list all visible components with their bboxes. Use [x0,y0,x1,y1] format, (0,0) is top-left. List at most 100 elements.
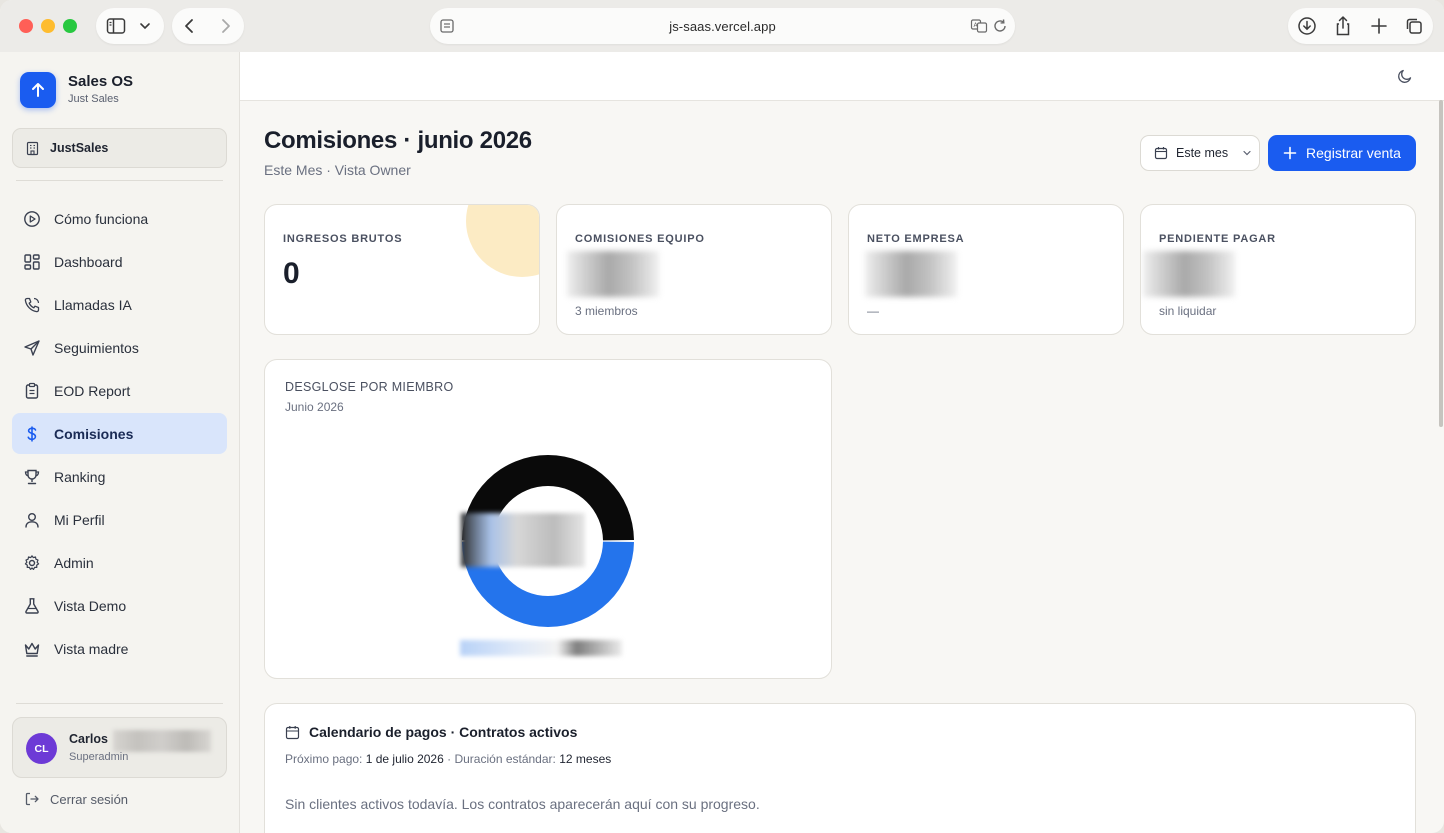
sidebar: Sales OS Just Sales JustSales Cómo funci… [0,52,240,833]
calendar-title: Calendario de pagos · Contratos activos [309,724,578,740]
minimize-window-button[interactable] [41,19,55,33]
sidebar-item-como-funciona[interactable]: Cómo funciona [12,198,227,239]
breakdown-card: DESGLOSE POR MIEMBRO Junio 2026 [264,359,832,679]
sidebar-item-dashboard[interactable]: Dashboard [12,241,227,282]
plus-icon [1283,146,1297,160]
browser-window: js-saas.vercel.app A Sales OS Just Sales… [0,0,1444,833]
stat-foot: 3 miembros [575,304,638,318]
translate-icon[interactable]: A [970,17,988,35]
duration-value: 12 meses [559,752,612,766]
sidebar-toggle-group [96,8,164,44]
stat-foot: sin liquidar [1159,304,1217,318]
payment-calendar-card: Calendario de pagos · Contratos activos … [264,703,1416,833]
play-circle-icon [24,210,40,227]
duration-label: · Duración estándar: [447,752,556,766]
theme-toggle-button[interactable] [1397,68,1413,89]
share-icon[interactable] [1333,15,1353,37]
redacted-center-label [461,513,585,567]
sidebar-item-label: Vista Demo [54,597,127,614]
back-icon[interactable] [182,17,198,35]
stat-card-comisiones-equipo: COMISIONES EQUIPO 3 miembros [556,204,832,335]
period-select[interactable]: Este mes [1140,135,1260,171]
sidebar-item-llamadas-ia[interactable]: Llamadas IA [12,284,227,325]
stat-foot: — [867,304,879,318]
download-icon[interactable] [1297,16,1317,36]
close-window-button[interactable] [19,19,33,33]
forward-icon[interactable] [217,17,233,35]
page-subtitle: Este Mes · Vista Owner [264,162,411,178]
sidebar-item-admin[interactable]: Admin [12,542,227,583]
sidebar-divider [16,703,223,704]
register-sale-button[interactable]: Registrar venta [1268,135,1416,171]
sidebar-divider [16,180,223,181]
clipboard-icon [25,382,39,399]
avatar: CL [26,733,57,764]
sidebar-item-label: Llamadas IA [54,296,132,313]
sidebar-item-label: Mi Perfil [54,511,105,528]
sidebar-item-vista-madre[interactable]: Vista madre [12,628,227,669]
stat-card-neto-empresa: NETO EMPRESA — [848,204,1124,335]
zoom-window-button[interactable] [63,19,77,33]
arrow-up-icon [32,83,44,97]
sidebar-item-vista-demo[interactable]: Vista Demo [12,585,227,626]
sidebar-item-label: Comisiones [54,425,134,442]
sidebar-item-label: Admin [54,554,94,571]
sidebar-item-label: Cómo funciona [54,210,149,227]
sidebar-toggle-icon[interactable] [106,17,126,35]
moon-icon [1398,69,1412,83]
sidebar-item-eod-report[interactable]: EOD Report [12,370,227,411]
page-menu-icon[interactable] [439,18,455,34]
logout-label: Cerrar sesión [50,791,129,807]
sidebar-item-label: Ranking [54,468,106,485]
redacted-stat-value [567,251,659,297]
user-card[interactable]: CL Carlos Superadmin [12,717,227,778]
brand-subtitle: Just Sales [68,93,119,105]
stat-value: 0 [283,257,300,290]
stat-label: COMISIONES EQUIPO [575,233,705,245]
flask-icon [25,597,39,614]
register-sale-label: Registrar venta [1306,145,1401,161]
redacted-stat-value [1143,251,1235,297]
url-text: js-saas.vercel.app [669,18,776,34]
browser-toolbar: js-saas.vercel.app A [0,0,1444,52]
sidebar-item-mi-perfil[interactable]: Mi Perfil [12,499,227,540]
brand-name: Sales OS [68,73,134,90]
address-bar[interactable]: js-saas.vercel.app A [430,8,1015,44]
dollar-icon [27,426,37,441]
calendar-empty-state: Sin clientes activos todavía. Los contra… [285,796,760,812]
org-switcher[interactable]: JustSales [12,128,227,168]
org-name: JustSales [50,141,109,155]
user-role: Superadmin [69,751,129,763]
browser-actions-group [1288,8,1433,44]
sidebar-item-ranking[interactable]: Ranking [12,456,227,497]
sidebar-item-label: Dashboard [54,253,123,270]
stat-card-ingresos-brutos: INGRESOS BRUTOS 0 [264,204,540,335]
sidebar-item-label: EOD Report [54,382,131,399]
dashboard-icon [24,253,40,270]
brand-logo[interactable] [20,72,56,108]
sidebar-item-comisiones[interactable]: Comisiones [12,413,227,454]
tab-overview-icon[interactable] [1404,16,1424,36]
redacted-surname [113,730,211,752]
new-tab-icon[interactable] [1369,16,1389,36]
sidebar-item-seguimientos[interactable]: Seguimientos [12,327,227,368]
chevron-down-icon[interactable] [139,20,151,32]
send-icon [24,339,40,356]
stat-label: NETO EMPRESA [867,233,965,245]
next-payment-value: 1 de julio 2026 [365,752,444,766]
stat-card-pendiente-pagar: PENDIENTE PAGAR sin liquidar [1140,204,1416,335]
stat-label: PENDIENTE PAGAR [1159,233,1276,245]
page-title: Comisiones · junio 2026 [264,127,532,154]
chevron-down-icon [1243,150,1251,156]
sidebar-nav: Cómo funciona Dashboard Llamadas IA Segu… [12,198,227,671]
logout-button[interactable]: Cerrar sesión [24,791,128,807]
next-payment-label: Próximo pago: [285,752,363,766]
phone-icon [24,297,40,312]
calendar-meta: Próximo pago: 1 de julio 2026 · Duración… [285,752,611,766]
calendar-icon [285,725,300,745]
reload-icon[interactable] [992,18,1008,34]
crown-icon [24,642,40,657]
redacted-legend [460,640,622,656]
scrollbar[interactable] [1439,100,1443,427]
calendar-icon [1154,147,1168,160]
